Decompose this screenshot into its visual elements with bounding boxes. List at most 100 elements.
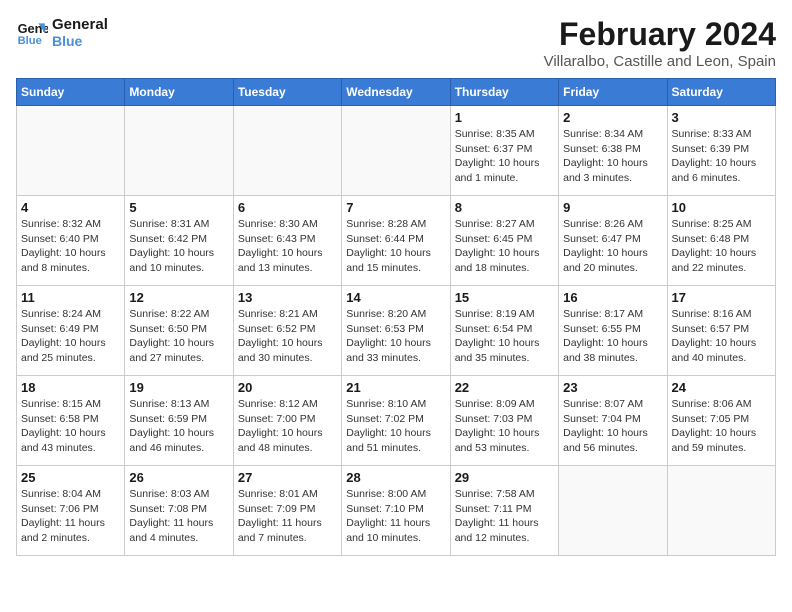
day-info: Sunrise: 8:09 AM Sunset: 7:03 PM Dayligh…: [455, 397, 554, 456]
day-number: 13: [238, 290, 337, 305]
calendar-week-row: 25 Sunrise: 8:04 AM Sunset: 7:06 PM Dayli…: [17, 466, 776, 556]
day-number: 3: [672, 110, 771, 125]
calendar-cell: 21 Sunrise: 8:10 AM Sunset: 7:02 PM Dayli…: [342, 376, 450, 466]
logo-blue: Blue: [52, 33, 108, 49]
calendar-cell: 1 Sunrise: 8:35 AM Sunset: 6:37 PM Daylig…: [450, 106, 558, 196]
logo: General Blue General Blue: [16, 16, 108, 49]
calendar-cell: 14 Sunrise: 8:20 AM Sunset: 6:53 PM Dayli…: [342, 286, 450, 376]
calendar-cell: 17 Sunrise: 8:16 AM Sunset: 6:57 PM Dayli…: [667, 286, 775, 376]
day-info: Sunrise: 8:00 AM Sunset: 7:10 PM Dayligh…: [346, 487, 445, 546]
day-number: 24: [672, 380, 771, 395]
day-info: Sunrise: 8:03 AM Sunset: 7:08 PM Dayligh…: [129, 487, 228, 546]
calendar-cell: 4 Sunrise: 8:32 AM Sunset: 6:40 PM Daylig…: [17, 196, 125, 286]
day-info: Sunrise: 8:30 AM Sunset: 6:43 PM Dayligh…: [238, 217, 337, 276]
calendar-header-row: SundayMondayTuesdayWednesdayThursdayFrid…: [17, 79, 776, 106]
day-number: 19: [129, 380, 228, 395]
day-info: Sunrise: 8:25 AM Sunset: 6:48 PM Dayligh…: [672, 217, 771, 276]
weekday-header-tuesday: Tuesday: [233, 79, 341, 106]
calendar-cell: 10 Sunrise: 8:25 AM Sunset: 6:48 PM Dayli…: [667, 196, 775, 286]
day-number: 9: [563, 200, 662, 215]
day-number: 25: [21, 470, 120, 485]
logo-general: General: [52, 16, 108, 33]
logo-icon: General Blue: [16, 17, 48, 49]
day-info: Sunrise: 8:06 AM Sunset: 7:05 PM Dayligh…: [672, 397, 771, 456]
day-number: 15: [455, 290, 554, 305]
calendar-table: SundayMondayTuesdayWednesdayThursdayFrid…: [16, 78, 776, 556]
calendar-cell: 23Sunrise: 8:07 AM Sunset: 7:04 PM Dayli…: [559, 376, 667, 466]
weekday-header-friday: Friday: [559, 79, 667, 106]
svg-text:Blue: Blue: [18, 35, 42, 47]
day-info: Sunrise: 8:22 AM Sunset: 6:50 PM Dayligh…: [129, 307, 228, 366]
day-number: 11: [21, 290, 120, 305]
day-number: 21: [346, 380, 445, 395]
day-info: Sunrise: 8:31 AM Sunset: 6:42 PM Dayligh…: [129, 217, 228, 276]
day-number: 18: [21, 380, 120, 395]
day-number: 4: [21, 200, 120, 215]
calendar-cell: [342, 106, 450, 196]
page-title: February 2024: [544, 16, 776, 53]
calendar-cell: [125, 106, 233, 196]
day-number: 20: [238, 380, 337, 395]
day-number: 22: [455, 380, 554, 395]
calendar-cell: 28 Sunrise: 8:00 AM Sunset: 7:10 PM Dayli…: [342, 466, 450, 556]
calendar-cell: 13 Sunrise: 8:21 AM Sunset: 6:52 PM Dayli…: [233, 286, 341, 376]
day-info: Sunrise: 8:28 AM Sunset: 6:44 PM Dayligh…: [346, 217, 445, 276]
day-info: Sunrise: 8:04 AM Sunset: 7:06 PM Dayligh…: [21, 487, 120, 546]
day-number: 14: [346, 290, 445, 305]
calendar-week-row: 11Sunrise: 8:24 AM Sunset: 6:49 PM Dayli…: [17, 286, 776, 376]
day-info: Sunrise: 8:01 AM Sunset: 7:09 PM Dayligh…: [238, 487, 337, 546]
calendar-cell: 8 Sunrise: 8:27 AM Sunset: 6:45 PM Daylig…: [450, 196, 558, 286]
day-info: Sunrise: 8:32 AM Sunset: 6:40 PM Dayligh…: [21, 217, 120, 276]
weekday-header-thursday: Thursday: [450, 79, 558, 106]
day-info: Sunrise: 8:20 AM Sunset: 6:53 PM Dayligh…: [346, 307, 445, 366]
calendar-cell: 22 Sunrise: 8:09 AM Sunset: 7:03 PM Dayli…: [450, 376, 558, 466]
day-number: 16: [563, 290, 662, 305]
weekday-header-saturday: Saturday: [667, 79, 775, 106]
day-number: 8: [455, 200, 554, 215]
calendar-cell: [667, 466, 775, 556]
title-area: February 2024 Villaralbo, Castille and L…: [544, 16, 776, 70]
calendar-cell: 7Sunrise: 8:28 AM Sunset: 6:44 PM Daylig…: [342, 196, 450, 286]
calendar-week-row: 18Sunrise: 8:15 AM Sunset: 6:58 PM Dayli…: [17, 376, 776, 466]
day-info: Sunrise: 8:27 AM Sunset: 6:45 PM Dayligh…: [455, 217, 554, 276]
day-info: Sunrise: 7:58 AM Sunset: 7:11 PM Dayligh…: [455, 487, 554, 546]
day-number: 10: [672, 200, 771, 215]
day-number: 12: [129, 290, 228, 305]
calendar-cell: [233, 106, 341, 196]
weekday-header-monday: Monday: [125, 79, 233, 106]
day-info: Sunrise: 8:07 AM Sunset: 7:04 PM Dayligh…: [563, 397, 662, 456]
day-info: Sunrise: 8:19 AM Sunset: 6:54 PM Dayligh…: [455, 307, 554, 366]
day-info: Sunrise: 8:26 AM Sunset: 6:47 PM Dayligh…: [563, 217, 662, 276]
day-number: 1: [455, 110, 554, 125]
calendar-cell: 29 Sunrise: 7:58 AM Sunset: 7:11 PM Dayli…: [450, 466, 558, 556]
calendar-cell: 15 Sunrise: 8:19 AM Sunset: 6:54 PM Dayli…: [450, 286, 558, 376]
day-info: Sunrise: 8:21 AM Sunset: 6:52 PM Dayligh…: [238, 307, 337, 366]
calendar-cell: [559, 466, 667, 556]
calendar-cell: [17, 106, 125, 196]
calendar-week-row: 4 Sunrise: 8:32 AM Sunset: 6:40 PM Daylig…: [17, 196, 776, 286]
calendar-cell: 9 Sunrise: 8:26 AM Sunset: 6:47 PM Daylig…: [559, 196, 667, 286]
calendar-cell: 12 Sunrise: 8:22 AM Sunset: 6:50 PM Dayli…: [125, 286, 233, 376]
day-number: 28: [346, 470, 445, 485]
day-number: 27: [238, 470, 337, 485]
calendar-week-row: 1 Sunrise: 8:35 AM Sunset: 6:37 PM Daylig…: [17, 106, 776, 196]
calendar-cell: 16 Sunrise: 8:17 AM Sunset: 6:55 PM Dayli…: [559, 286, 667, 376]
day-info: Sunrise: 8:10 AM Sunset: 7:02 PM Dayligh…: [346, 397, 445, 456]
calendar-cell: 3Sunrise: 8:33 AM Sunset: 6:39 PM Daylig…: [667, 106, 775, 196]
day-number: 26: [129, 470, 228, 485]
day-info: Sunrise: 8:16 AM Sunset: 6:57 PM Dayligh…: [672, 307, 771, 366]
day-number: 29: [455, 470, 554, 485]
calendar-cell: 2Sunrise: 8:34 AM Sunset: 6:38 PM Daylig…: [559, 106, 667, 196]
day-number: 6: [238, 200, 337, 215]
calendar-cell: 5Sunrise: 8:31 AM Sunset: 6:42 PM Daylig…: [125, 196, 233, 286]
day-number: 17: [672, 290, 771, 305]
calendar-cell: 19Sunrise: 8:13 AM Sunset: 6:59 PM Dayli…: [125, 376, 233, 466]
calendar-cell: 27 Sunrise: 8:01 AM Sunset: 7:09 PM Dayli…: [233, 466, 341, 556]
day-info: Sunrise: 8:35 AM Sunset: 6:37 PM Dayligh…: [455, 127, 554, 186]
calendar-cell: 26 Sunrise: 8:03 AM Sunset: 7:08 PM Dayli…: [125, 466, 233, 556]
calendar-cell: 6 Sunrise: 8:30 AM Sunset: 6:43 PM Daylig…: [233, 196, 341, 286]
day-info: Sunrise: 8:12 AM Sunset: 7:00 PM Dayligh…: [238, 397, 337, 456]
calendar-cell: 24 Sunrise: 8:06 AM Sunset: 7:05 PM Dayli…: [667, 376, 775, 466]
day-info: Sunrise: 8:17 AM Sunset: 6:55 PM Dayligh…: [563, 307, 662, 366]
calendar-cell: 25 Sunrise: 8:04 AM Sunset: 7:06 PM Dayli…: [17, 466, 125, 556]
